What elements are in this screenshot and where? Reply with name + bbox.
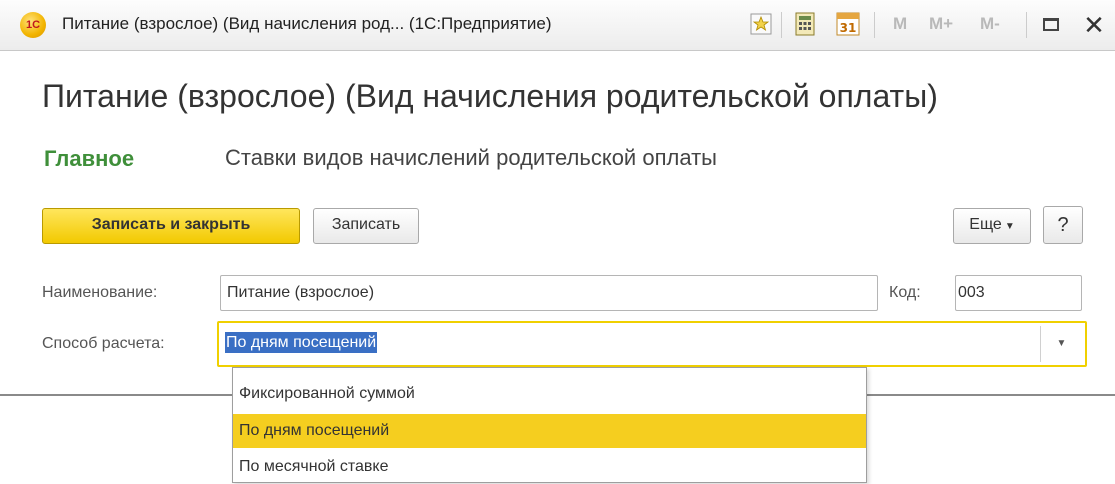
save-button[interactable]: Записать (313, 208, 419, 244)
toolbar-separator (1026, 12, 1027, 38)
more-button[interactable]: Еще ▼ (953, 208, 1031, 244)
selected-text: По дням посещений (225, 332, 378, 353)
calculator-icon[interactable] (792, 12, 818, 36)
app-window: 1С Питание (взрослое) (Вид начисления ро… (0, 0, 1115, 396)
dropdown-option[interactable]: По месячной ставке (233, 450, 866, 484)
chevron-down-icon: ▼ (1004, 221, 1015, 232)
code-label: Код: (889, 284, 921, 301)
title-bar: 1С Питание (взрослое) (Вид начисления ро… (0, 0, 1115, 51)
memory-button[interactable]: M (893, 14, 907, 34)
chevron-down-icon: ▼ (1056, 338, 1067, 349)
name-field[interactable]: Питание (взрослое) (220, 275, 878, 311)
more-button-label: Еще (969, 216, 1002, 233)
window-title: Питание (взрослое) (Вид начисления род..… (62, 14, 552, 33)
calendar-icon[interactable]: 31 (834, 12, 862, 36)
dropdown-option-selected[interactable]: По дням посещений (233, 414, 866, 448)
dropdown-list: Фиксированной суммой По дням посещений П… (232, 367, 867, 483)
calculation-method-label: Способ расчета: (42, 335, 165, 352)
app-logo-icon[interactable]: 1С (20, 12, 46, 38)
memory-subtract-button[interactable]: M- (980, 14, 1000, 34)
page-title: Питание (взрослое) (Вид начисления родит… (42, 78, 938, 114)
help-button[interactable]: ? (1043, 206, 1083, 244)
toolbar-separator (781, 12, 782, 38)
close-icon[interactable]: ✕ (1079, 10, 1109, 40)
tab-rates[interactable]: Ставки видов начислений родительской опл… (225, 145, 717, 171)
name-label: Наименование: (42, 284, 158, 301)
dropdown-option[interactable]: Фиксированной суммой (233, 377, 866, 411)
code-field[interactable]: 003 (955, 275, 1082, 311)
tab-main[interactable]: Главное (44, 146, 134, 172)
memory-add-button[interactable]: M+ (929, 14, 953, 34)
dropdown-toggle-button[interactable]: ▼ (1040, 326, 1082, 362)
maximize-icon[interactable] (1043, 18, 1059, 31)
save-and-close-button[interactable]: Записать и закрыть (42, 208, 300, 244)
calculation-method-select[interactable]: По дням посещений (217, 321, 1087, 367)
favorite-star-icon[interactable] (749, 12, 773, 36)
calendar-day-text: 31 (840, 21, 857, 35)
toolbar-separator (874, 12, 875, 38)
